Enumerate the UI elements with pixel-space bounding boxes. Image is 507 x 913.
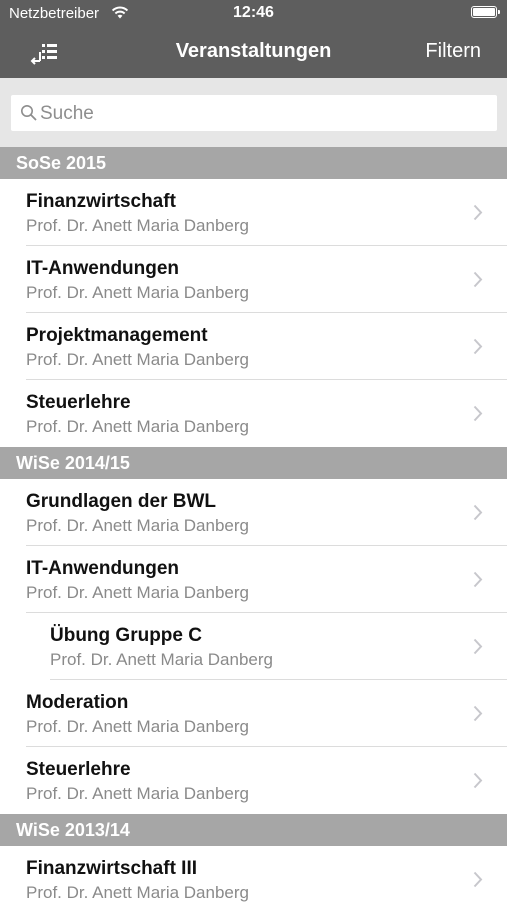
search-bar xyxy=(0,78,507,147)
chevron-right-icon xyxy=(473,405,483,422)
search-input[interactable] xyxy=(38,100,482,128)
chevron-right-icon xyxy=(473,338,483,355)
course-title: Finanzwirtschaft xyxy=(26,191,176,212)
course-row[interactable]: Grundlagen der BWL Prof. Dr. Anett Maria … xyxy=(0,479,507,546)
chevron-right-icon xyxy=(473,772,483,789)
course-row[interactable]: Finanzwirtschaft Prof. Dr. Anett Maria Da… xyxy=(0,179,507,246)
chevron-right-icon xyxy=(473,638,483,655)
course-lecturer: Prof. Dr. Anett Maria Danberg xyxy=(26,883,249,902)
course-row[interactable]: Moderation Prof. Dr. Anett Maria Danberg xyxy=(0,680,507,747)
status-time: 12:46 xyxy=(233,4,274,21)
course-title: Finanzwirtschaft III xyxy=(26,858,198,879)
course-row[interactable]: Übung Gruppe C Prof. Dr. Anett Maria Danb… xyxy=(0,613,507,680)
battery-icon xyxy=(471,6,500,18)
course-lecturer: Prof. Dr. Anett Maria Danberg xyxy=(26,283,249,302)
course-lecturer: Prof. Dr. Anett Maria Danberg xyxy=(50,650,273,669)
course-lecturer: Prof. Dr. Anett Maria Danberg xyxy=(26,784,249,803)
course-lecturer: Prof. Dr. Anett Maria Danberg xyxy=(26,583,249,602)
section-header: WiSe 2014/15 xyxy=(0,447,507,479)
course-row[interactable]: Steuerlehre Prof. Dr. Anett Maria Danberg xyxy=(0,380,507,447)
navigation-bar: Veranstaltungen Filtern xyxy=(0,28,507,78)
course-row[interactable]: Steuerlehre Prof. Dr. Anett Maria Danberg xyxy=(0,747,507,814)
course-title: IT-Anwendungen xyxy=(26,558,180,579)
course-title: Übung Gruppe C xyxy=(50,625,202,646)
course-row[interactable]: IT-Anwendungen Prof. Dr. Anett Maria Danb… xyxy=(0,246,507,313)
course-title: Grundlagen der BWL xyxy=(26,491,216,512)
status-bar: Netzbetreiber 12:46 xyxy=(0,0,507,28)
chevron-right-icon xyxy=(473,571,483,588)
course-title: Steuerlehre xyxy=(26,392,131,413)
course-lecturer: Prof. Dr. Anett Maria Danberg xyxy=(26,516,249,535)
course-row[interactable]: IT-Anwendungen Prof. Dr. Anett Maria Danb… xyxy=(0,546,507,613)
course-lecturer: Prof. Dr. Anett Maria Danberg xyxy=(26,717,249,736)
course-title: Moderation xyxy=(26,692,129,713)
section-header: SoSe 2015 xyxy=(0,147,507,179)
section-header: WiSe 2013/14 xyxy=(0,814,507,846)
course-lecturer: Prof. Dr. Anett Maria Danberg xyxy=(26,350,249,369)
chevron-right-icon xyxy=(473,271,483,288)
search-field[interactable] xyxy=(11,95,497,131)
course-row[interactable]: Finanzwirtschaft III Prof. Dr. Anett Mari… xyxy=(0,846,507,913)
chevron-right-icon xyxy=(473,504,483,521)
course-title: IT-Anwendungen xyxy=(26,258,180,279)
course-title: Projektmanagement xyxy=(26,325,208,346)
chevron-right-icon xyxy=(473,204,483,221)
course-lecturer: Prof. Dr. Anett Maria Danberg xyxy=(26,417,249,436)
course-lecturer: Prof. Dr. Anett Maria Danberg xyxy=(26,216,249,235)
course-row[interactable]: Projektmanagement Prof. Dr. Anett Maria D… xyxy=(0,313,507,380)
course-title: Steuerlehre xyxy=(26,759,131,780)
course-list: SoSe 2015 Finanzwirtschaft Prof. Dr. Anett… xyxy=(0,147,507,913)
filter-button[interactable]: Filtern xyxy=(425,40,481,63)
chevron-right-icon xyxy=(473,871,483,888)
chevron-right-icon xyxy=(473,705,483,722)
search-icon xyxy=(21,105,37,121)
